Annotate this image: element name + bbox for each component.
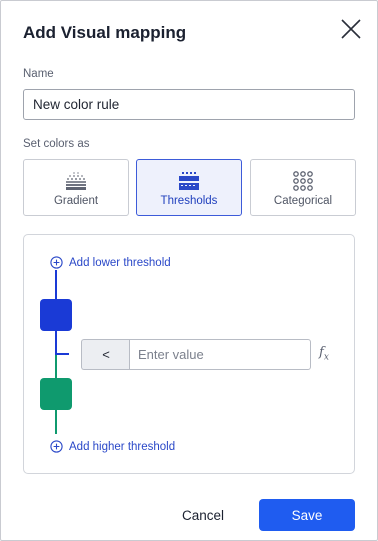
thresholds-icon (179, 171, 199, 191)
save-button[interactable]: Save (259, 499, 355, 531)
upper-connector-line (55, 355, 57, 378)
upper-connector-line (55, 410, 57, 434)
set-colors-label: Set colors as (23, 138, 90, 150)
operator-select[interactable]: < (81, 339, 130, 370)
gradient-option[interactable]: Gradient (23, 159, 129, 216)
categorical-option[interactable]: Categorical (250, 159, 356, 216)
gradient-icon (66, 171, 86, 191)
add-circle-icon (50, 256, 63, 269)
cancel-button[interactable]: Cancel (165, 499, 241, 531)
threshold-connector (55, 353, 69, 355)
dialog-title: Add Visual mapping (23, 23, 187, 42)
add-circle-icon (50, 440, 63, 453)
function-icon[interactable]: fx (319, 345, 329, 363)
name-input[interactable] (23, 89, 355, 120)
categorical-icon (293, 171, 313, 191)
lower-connector-line (55, 270, 57, 300)
visual-mapping-dialog: Add Visual mapping Name Set colors as Gr… (0, 0, 378, 541)
add-higher-threshold-link[interactable]: Add higher threshold (50, 440, 175, 453)
gradient-label: Gradient (53, 195, 99, 207)
close-icon (341, 19, 361, 39)
name-label: Name (23, 68, 54, 80)
threshold-editor: Add lower threshold < fx Add higher thre… (23, 234, 355, 474)
add-lower-threshold-link[interactable]: Add lower threshold (50, 256, 171, 269)
threshold-value-input[interactable] (129, 339, 311, 370)
add-higher-threshold-label: Add higher threshold (69, 440, 176, 453)
close-button[interactable] (337, 15, 365, 43)
thresholds-label: Thresholds (160, 195, 218, 207)
thresholds-option[interactable]: Thresholds (136, 159, 242, 216)
categorical-label: Categorical (273, 195, 333, 207)
upper-color-swatch[interactable] (40, 378, 72, 410)
add-lower-threshold-label: Add lower threshold (69, 256, 171, 269)
lower-color-swatch[interactable] (40, 299, 72, 331)
lower-connector-line (55, 331, 57, 355)
